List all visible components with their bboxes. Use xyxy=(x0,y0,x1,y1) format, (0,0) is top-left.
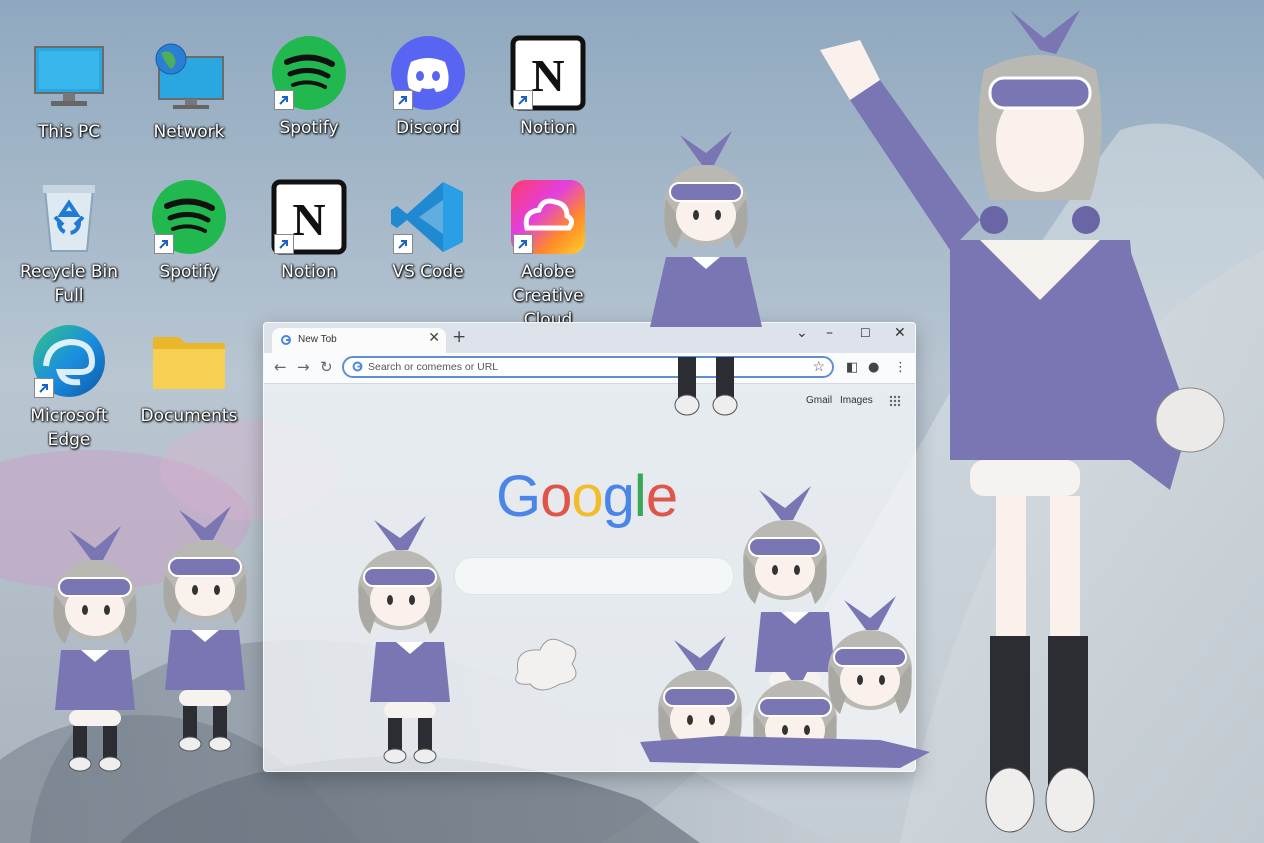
desktop-icon-discord[interactable]: Discord xyxy=(373,34,483,140)
shortcut-arrow-icon xyxy=(393,234,413,254)
close-window-button[interactable]: ✕ xyxy=(894,325,906,341)
omnibox-placeholder: Search or comemes or URL xyxy=(368,361,499,373)
icon-label: Spotify xyxy=(159,262,219,282)
logo-letter: e xyxy=(645,464,678,529)
shortcut-arrow-icon xyxy=(513,234,533,254)
icon-label: Notion xyxy=(520,118,576,138)
icon-label: VS Code xyxy=(392,262,464,282)
icon-label: Network xyxy=(153,122,225,142)
logo-letter: G xyxy=(496,464,541,529)
desktop-icon-this-pc[interactable]: This PC xyxy=(14,38,124,144)
tab-bar: New Tob ✕ + ⌄ – ☐ ✕ xyxy=(264,323,915,353)
icon-label: Microsoft Edge xyxy=(30,406,108,450)
icon-label: This PC xyxy=(37,122,101,142)
logo-letter: l xyxy=(633,464,647,529)
forward-button[interactable]: → xyxy=(297,358,310,376)
desktop: This PC Network Spotify Discord N Notion… xyxy=(0,0,1264,843)
browser-window[interactable]: New Tob ✕ + ⌄ – ☐ ✕ ← → ↻ Search or come… xyxy=(263,322,916,772)
icon-label: Recycle Bin Full xyxy=(19,262,118,306)
menu-kebab-icon[interactable]: ⋮ xyxy=(894,360,907,375)
gmail-link[interactable]: Gmail xyxy=(806,395,832,406)
desktop-icon-edge[interactable]: Microsoft Edge xyxy=(14,322,124,452)
desktop-icon-vscode[interactable]: VS Code xyxy=(373,178,483,284)
icon-label: Spotify xyxy=(279,118,339,138)
desktop-icon-spotify[interactable]: Spotify xyxy=(254,34,364,140)
shortcut-arrow-icon xyxy=(513,90,533,110)
tab-title: New Tob xyxy=(298,334,337,345)
tab-search-chevron-icon[interactable]: ⌄ xyxy=(796,325,808,341)
svg-text:N: N xyxy=(531,50,564,101)
logo-letter: o xyxy=(571,464,603,529)
toolbar: ← → ↻ Search or comemes or URL ☆ ◧ ● ⋮ xyxy=(264,353,915,384)
new-tab-button[interactable]: + xyxy=(452,327,466,347)
desktop-icon-spotify-2[interactable]: Spotify xyxy=(134,178,244,284)
profile-avatar-icon[interactable]: ● xyxy=(868,360,879,375)
shortcut-arrow-icon xyxy=(274,234,294,254)
desktop-icon-network[interactable]: Network xyxy=(134,38,244,144)
shortcut-arrow-icon xyxy=(34,378,54,398)
recycle-bin-icon xyxy=(43,185,95,252)
desktop-icon-documents[interactable]: Documents xyxy=(134,322,244,428)
shortcut-arrow-icon xyxy=(154,234,174,254)
desktop-icon-adobe-cc[interactable]: Adobe Creative Cloud xyxy=(486,178,610,332)
icon-label: Discord xyxy=(396,118,460,138)
google-g-icon xyxy=(352,361,363,372)
shortcut-arrow-icon xyxy=(393,90,413,110)
folder-icon xyxy=(153,337,225,389)
network-icon xyxy=(155,43,224,109)
shortcut-arrow-icon xyxy=(274,90,294,110)
maximize-button[interactable]: ☐ xyxy=(860,326,871,340)
icon-label: Notion xyxy=(281,262,337,282)
bookmark-star-icon[interactable]: ☆ xyxy=(812,358,825,375)
images-link[interactable]: Images xyxy=(840,395,873,406)
desktop-icon-notion[interactable]: N Notion xyxy=(493,34,603,140)
tab-close-button[interactable]: ✕ xyxy=(428,330,440,346)
google-favicon-icon xyxy=(281,335,291,345)
reload-button[interactable]: ↻ xyxy=(320,358,333,376)
google-logo: Google xyxy=(496,463,678,530)
svg-text:N: N xyxy=(292,194,325,245)
desktop-icon-recycle-bin[interactable]: Recycle Bin Full xyxy=(14,178,124,308)
google-search-box[interactable] xyxy=(454,557,734,595)
desktop-icon-notion-2[interactable]: N Notion xyxy=(254,178,364,284)
logo-letter: g xyxy=(602,464,635,529)
back-button[interactable]: ← xyxy=(274,358,287,376)
omnibox[interactable]: Search or comemes or URL ☆ xyxy=(342,356,834,378)
minimize-button[interactable]: – xyxy=(826,325,833,341)
icon-label: Documents xyxy=(140,406,238,426)
tab-new-tab[interactable]: New Tob ✕ xyxy=(272,328,446,353)
this-pc-icon xyxy=(34,46,104,106)
apps-grid-icon[interactable] xyxy=(889,395,901,407)
logo-letter: o xyxy=(540,464,572,529)
side-panel-icon[interactable]: ◧ xyxy=(846,360,858,375)
